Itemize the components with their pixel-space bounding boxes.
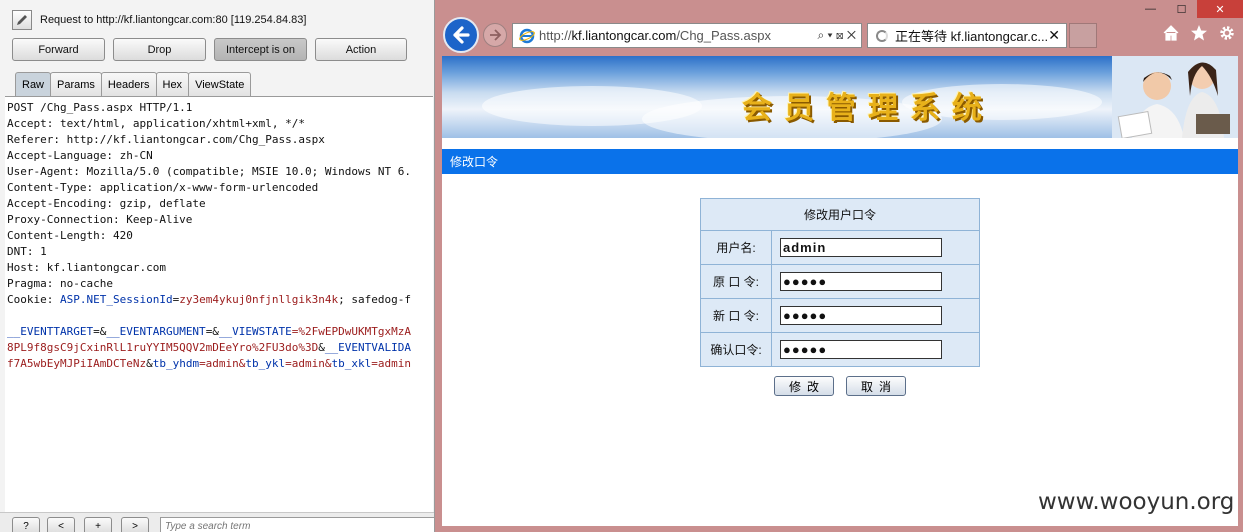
site-banner: 会员管理系统 — [442, 56, 1238, 142]
home-icon[interactable] — [1162, 24, 1180, 42]
browser-tab-title: 正在等待 kf.liantongcar.c... — [895, 29, 1049, 44]
address-controls[interactable]: ⌕ ▾ ⊠ ✕ — [817, 28, 856, 43]
intercept-toggle-button[interactable]: Intercept is on — [214, 38, 307, 61]
username-field[interactable]: admin — [780, 238, 942, 257]
drop-button[interactable]: Drop — [113, 38, 206, 61]
staff-photo — [1112, 56, 1238, 138]
address-bar[interactable]: http://kf.liantongcar.com/Chg_Pass.aspx … — [512, 23, 862, 48]
username-label: 用户名: — [700, 230, 772, 265]
forward-nav-button[interactable] — [483, 23, 507, 47]
search-input[interactable] — [160, 517, 434, 532]
request-title-text: Request to http://kf.liantongcar.com:80 … — [40, 14, 307, 26]
menu-title[interactable]: 修改口令 — [450, 153, 498, 170]
header-line: Referer: http://kf.liantongcar.com/Chg_P… — [7, 133, 325, 146]
form-header: 修改用户口令 — [700, 198, 980, 231]
star-icon[interactable] — [1190, 24, 1208, 42]
previous-button[interactable]: < — [47, 517, 75, 532]
body-line: f7A5wbEyMJPiIAmDCTeNz&tb_yhdm=admin&tb_y… — [7, 357, 412, 370]
watermark: www.wooyun.org — [1038, 489, 1235, 515]
header-line: Host: kf.liantongcar.com — [7, 261, 166, 274]
header-line: Content-Length: 420 — [7, 229, 133, 242]
tab-headers[interactable]: Headers — [100, 72, 157, 96]
body-line: 8PL9f8gsC9jCxinRlL1ruYYIM5QQV2mDEeYro%2F… — [7, 341, 411, 354]
browser-toolbar-icons — [1162, 24, 1236, 42]
action-button[interactable]: Action — [315, 38, 407, 61]
confirm-password-label: 确认口令: — [700, 332, 772, 367]
tab-hex[interactable]: Hex — [155, 72, 190, 96]
minimize-button[interactable]: — — [1135, 0, 1166, 18]
window-controls: — ☐ ✕ — [1135, 0, 1243, 18]
arrow-right-icon — [490, 29, 502, 41]
search-bar: ? < + > — [0, 512, 434, 532]
next-button[interactable]: > — [121, 517, 149, 532]
page-viewport: 会员管理系统 修改口令 修改用户口令 用户名: admin 原 口 令: ●●●… — [442, 56, 1238, 526]
body-line: __EVENTTARGET=&__EVENTARGUMENT=&__VIEWST… — [7, 325, 412, 338]
arrow-left-icon — [453, 26, 470, 44]
gear-icon[interactable] — [1218, 24, 1236, 42]
header-line: Proxy-Connection: Keep-Alive — [7, 213, 193, 226]
maximize-button[interactable]: ☐ — [1166, 0, 1197, 18]
header-line: Accept: text/html, application/xhtml+xml… — [7, 117, 306, 130]
header-line: Accept-Language: zh-CN — [7, 149, 153, 162]
cancel-button[interactable]: 取消 — [846, 376, 906, 396]
forward-button[interactable]: Forward — [12, 38, 105, 61]
loading-icon — [876, 29, 888, 42]
header-line: Accept-Encoding: gzip, deflate — [7, 197, 206, 210]
request-title: Request to http://kf.liantongcar.com:80 … — [12, 9, 306, 31]
header-line: Pragma: no-cache — [7, 277, 113, 290]
pencil-icon[interactable] — [12, 10, 32, 30]
cookie-line: Cookie: ASP.NET_SessionId=zy3em4ykuj0nfj… — [7, 293, 412, 306]
change-password-form: 修改用户口令 用户名: admin 原 口 令: ●●●●● 新 口 令: ●●… — [700, 198, 980, 367]
tab-params[interactable]: Params — [50, 72, 102, 96]
new-password-label: 新 口 令: — [700, 298, 772, 333]
browser-window: — ☐ ✕ http://kf.liantongcar.com/Chg_Pass… — [435, 0, 1243, 532]
site-title: 会员管理系统 — [742, 91, 994, 126]
header-line: DNT: 1 — [7, 245, 47, 258]
header-line: Content-Type: application/x-www-form-url… — [7, 181, 319, 194]
tab-viewstate[interactable]: ViewState — [188, 72, 252, 96]
old-password-label: 原 口 令: — [700, 264, 772, 299]
message-tabs: Raw Params Headers Hex ViewState — [15, 72, 252, 96]
help-button[interactable]: ? — [12, 517, 40, 532]
old-password-field[interactable]: ●●●●● — [780, 272, 942, 291]
close-tab-icon[interactable]: ✕ — [1048, 27, 1060, 44]
confirm-password-field[interactable]: ●●●●● — [780, 340, 942, 359]
back-button[interactable] — [443, 17, 479, 53]
raw-request-editor[interactable]: POST /Chg_Pass.aspx HTTP/1.1 Accept: text… — [5, 96, 433, 512]
submit-button[interactable]: 修改 — [774, 376, 834, 396]
request-line: POST /Chg_Pass.aspx HTTP/1.1 — [7, 101, 193, 114]
close-window-button[interactable]: ✕ — [1197, 0, 1243, 18]
add-button[interactable]: + — [84, 517, 112, 532]
url-text: http://kf.liantongcar.com/Chg_Pass.aspx — [539, 28, 771, 43]
new-tab-button[interactable] — [1069, 23, 1097, 48]
header-line: User-Agent: Mozilla/5.0 (compatible; MSI… — [7, 165, 411, 178]
menu-bar: 修改口令 — [442, 149, 1238, 174]
burp-intercept-panel: Request to http://kf.liantongcar.com:80 … — [0, 0, 435, 532]
tab-raw[interactable]: Raw — [15, 72, 52, 96]
ie-logo-icon — [519, 28, 535, 43]
new-password-field[interactable]: ●●●●● — [780, 306, 942, 325]
browser-tab[interactable]: 正在等待 kf.liantongcar.c... ✕ — [867, 23, 1067, 48]
